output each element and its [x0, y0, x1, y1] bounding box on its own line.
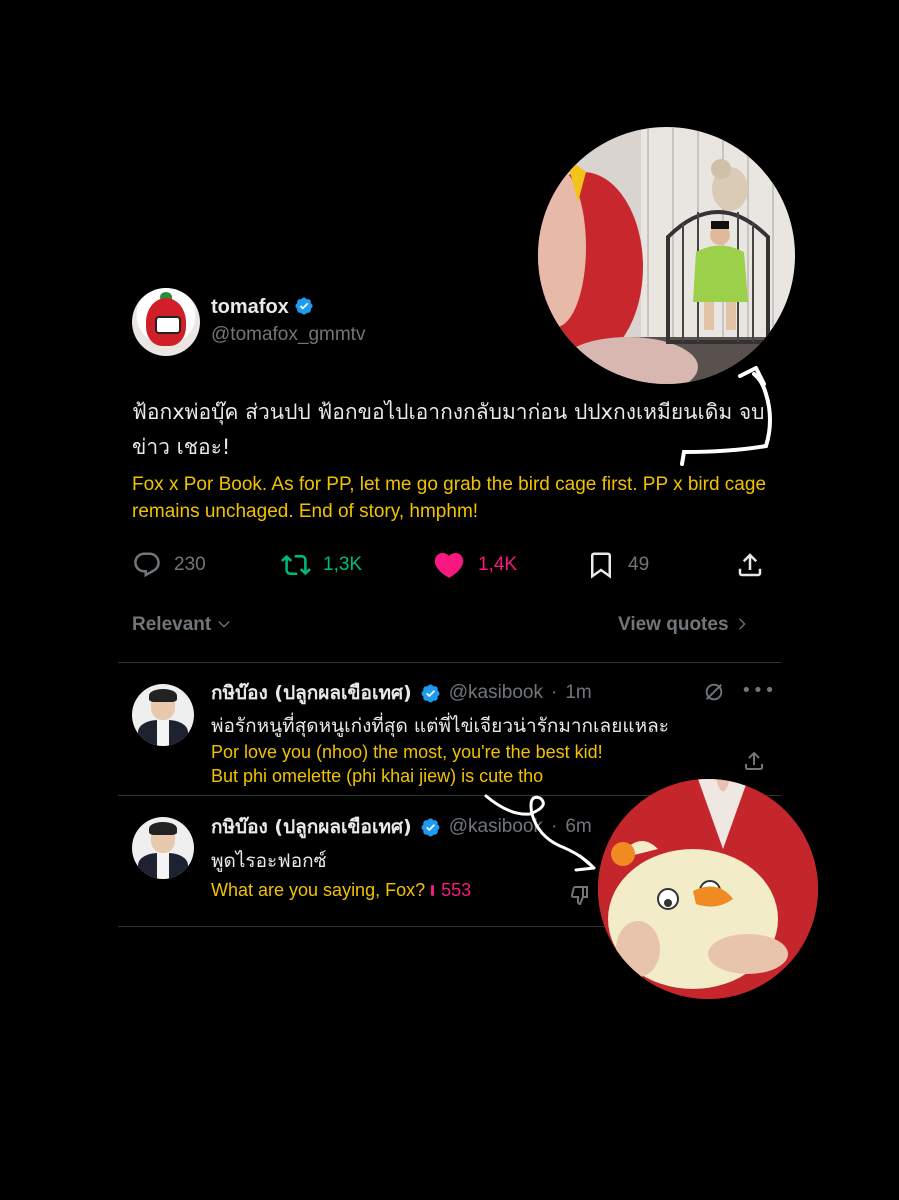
- reply-time[interactable]: 1m: [565, 682, 591, 704]
- verified-badge-icon: [421, 684, 440, 702]
- birdcage-photo-drawing: [538, 127, 795, 384]
- reply-author-handle[interactable]: @kasibook: [449, 682, 543, 704]
- retweet-count: 1,3K: [323, 554, 363, 575]
- reply-author-name[interactable]: กษิบ๊อง (ปลูกผลเขือเทศ): [211, 812, 412, 842]
- tomafox-avatar[interactable]: [132, 288, 200, 356]
- like-count: 1,4K: [478, 554, 518, 575]
- reply-footer: What are you saying, Fox? 553: [211, 878, 471, 902]
- arrow-to-birdcage-icon: [680, 366, 772, 466]
- reply-text: พูดไรอะฟอกซ์: [211, 850, 327, 872]
- reply-text: พ่อรักหนูที่สุดหนูเก่งที่สุด แต่พี่ไข่เจ…: [211, 715, 669, 737]
- tweet-author-name[interactable]: tomafox: [211, 296, 314, 319]
- tweet-translation: Fox x Por Book. As for PP, let me go gra…: [132, 474, 767, 522]
- share-button[interactable]: [735, 549, 777, 581]
- divider: [118, 662, 781, 663]
- reply-author-name[interactable]: กษิบ๊อง (ปลูกผลเขือเทศ): [211, 678, 412, 708]
- like-button[interactable]: 1,4K: [432, 549, 517, 581]
- kasibook-avatar[interactable]: [132, 684, 194, 746]
- reply-header: กษิบ๊อง (ปลูกผลเขือเทศ) @kasibook · 1m: [211, 678, 592, 708]
- view-quotes-link[interactable]: View quotes: [618, 614, 750, 636]
- heart-icon[interactable]: [429, 882, 437, 898]
- reply-count: 230: [174, 554, 206, 575]
- chevron-right-icon: [738, 618, 746, 630]
- separator-dot: ·: [551, 682, 558, 703]
- reply-translation-line2: But phi omelette (phi khai jiew) is cute…: [211, 766, 544, 786]
- more-options-icon[interactable]: •••: [741, 680, 776, 701]
- retweet-button[interactable]: 1,3K: [281, 549, 362, 581]
- bookmark-button[interactable]: 49: [586, 549, 649, 581]
- bookmark-count: 49: [628, 554, 650, 575]
- reply-button[interactable]: 230: [132, 549, 206, 581]
- share-icon: [738, 553, 762, 577]
- sort-relevant-dropdown[interactable]: Relevant: [132, 614, 232, 636]
- reply-translation: What are you saying, Fox?: [211, 880, 426, 900]
- birdcage-photo: [538, 127, 795, 384]
- grok-icon[interactable]: [703, 681, 725, 703]
- tweet-author-handle[interactable]: @tomafox_gmmtv: [211, 324, 365, 346]
- reply-icon: [134, 552, 160, 578]
- chevron-down-icon: [218, 621, 231, 628]
- plush-photo: [598, 779, 818, 999]
- share-icon[interactable]: [742, 749, 766, 773]
- reply-like-count: 553: [441, 879, 472, 900]
- arrow-to-plush-icon: [484, 794, 596, 872]
- verified-badge-icon: [421, 818, 440, 836]
- reply-translation-line1: Por love you (nhoo) the most, you're the…: [211, 742, 603, 762]
- kasibook-avatar[interactable]: [132, 817, 194, 879]
- heart-icon: [434, 552, 464, 578]
- dislike-icon[interactable]: [569, 883, 593, 907]
- verified-badge-icon: [295, 297, 313, 315]
- bookmark-icon: [591, 552, 611, 579]
- plush-photo-drawing: [598, 779, 818, 999]
- retweet-icon: [281, 554, 311, 576]
